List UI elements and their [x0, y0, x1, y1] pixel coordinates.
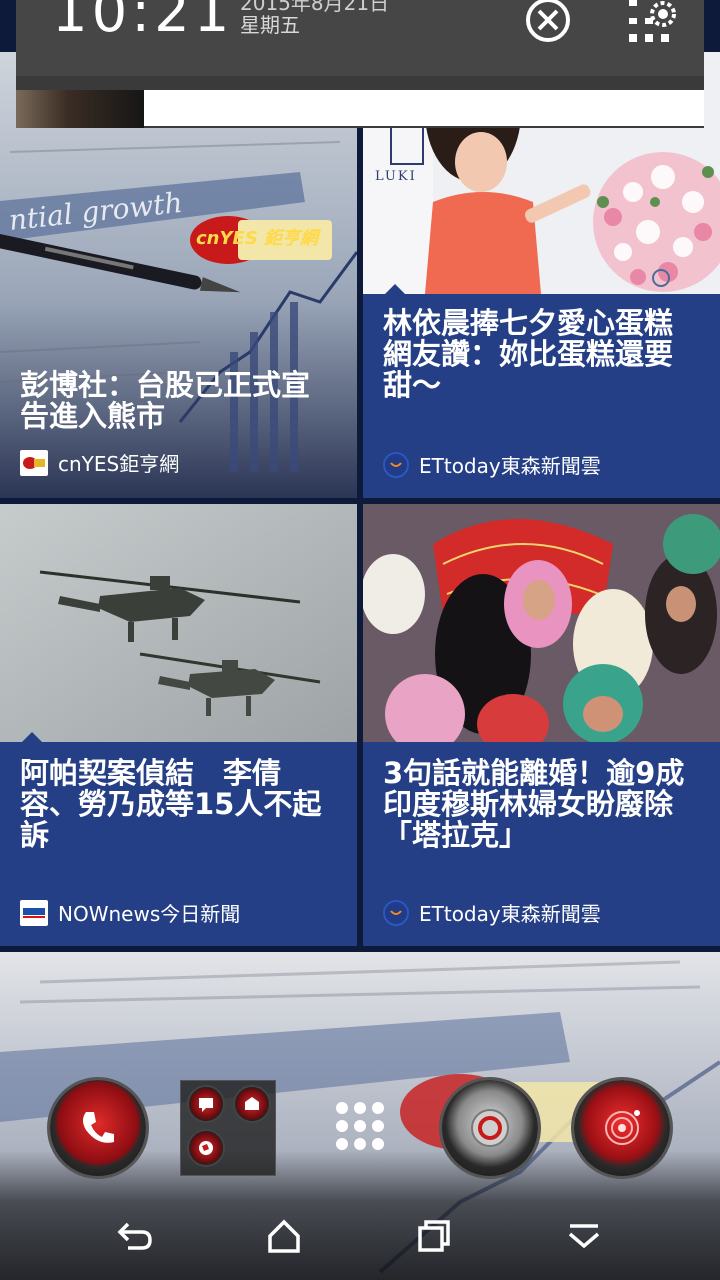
collapse-icon [568, 1224, 600, 1249]
tile-2-source: ETtoday東森新聞雲 [383, 450, 601, 479]
svg-text:LUKI: LUKI [375, 169, 417, 184]
news-tile-4[interactable]: 3句話就能離婚！逾9成印度穆斯林婦女盼廢除「塔拉克」 ETtoday東森新聞雲 [363, 504, 720, 946]
notification-header: 10:21 2015年8月21日 星期五 [16, 0, 704, 76]
quick-settings-button[interactable] [622, 0, 682, 44]
ettoday-logo-icon [383, 451, 409, 478]
back-icon [117, 1222, 152, 1250]
notification-thumbnail [16, 90, 144, 128]
tile-4-headline[interactable]: 3句話就能離婚！逾9成印度穆斯林婦女盼廢除「塔拉克」 [383, 758, 692, 851]
close-circle-icon [526, 0, 570, 42]
back-button[interactable] [96, 1208, 176, 1264]
globe-app-icon [187, 1129, 225, 1167]
tile-3-notch [20, 732, 44, 744]
tile-1-source-label: cnYES鉅亨網 [58, 452, 180, 476]
tile-2-source-label: ETtoday東森新聞雲 [419, 454, 601, 478]
notification-item[interactable] [16, 76, 704, 128]
recent-apps-button[interactable] [394, 1208, 474, 1264]
tile-1-source: cnYES鉅亨網 [20, 448, 179, 477]
tile-3-source-label: NOWnews今日新聞 [58, 902, 241, 926]
status-clock: 10:21 [52, 0, 234, 45]
app-drawer-button[interactable] [330, 1096, 390, 1156]
browser-button[interactable] [442, 1080, 538, 1176]
notification-content [144, 90, 704, 126]
tile-4-source-label: ETtoday東森新聞雲 [419, 902, 601, 926]
message-app-icon [187, 1085, 225, 1123]
recent-apps-icon [418, 1220, 450, 1252]
settings-grid-icon [629, 0, 676, 42]
tile-3-headline[interactable]: 阿帕契案偵結 李倩容、勞乃成等15人不起訴 [20, 758, 329, 851]
app-drawer-icon [336, 1102, 384, 1150]
messages-folder[interactable] [180, 1080, 276, 1176]
phone-button[interactable] [50, 1080, 146, 1176]
tile-4-source: ETtoday東森新聞雲 [383, 898, 601, 927]
mail-app-icon [233, 1085, 271, 1123]
phone-icon [83, 1112, 114, 1143]
cnyes-logo-icon [20, 449, 48, 476]
browser-icon [471, 1109, 509, 1147]
collapse-button[interactable] [544, 1208, 624, 1264]
tile-3-source: NOWnews今日新聞 [20, 898, 240, 927]
tile-3-photo [0, 504, 357, 742]
clear-notifications-button[interactable] [524, 0, 572, 44]
tile-1-headline[interactable]: 彭博社：台股已正式宣告進入熊市 [20, 370, 329, 432]
news-tile-3[interactable]: 阿帕契案偵結 李倩容、勞乃成等15人不起訴 NOWnews今日新聞 [0, 504, 357, 946]
home-button[interactable] [244, 1208, 324, 1264]
tile-1-watermark-brand: cnYES 鉅亨網 [196, 228, 321, 249]
camera-icon [605, 1110, 640, 1145]
tile-4-photo [363, 504, 720, 742]
tile-2-notch [383, 284, 407, 296]
status-weekday: 星期五 [240, 13, 300, 37]
ettoday-logo-icon [383, 899, 409, 926]
camera-button[interactable] [574, 1080, 670, 1176]
nownews-logo-icon [20, 899, 48, 926]
home-icon [268, 1219, 300, 1253]
tile-2-headline[interactable]: 林依晨捧七夕愛心蛋糕 網友讚：妳比蛋糕還要甜～ [383, 308, 702, 401]
